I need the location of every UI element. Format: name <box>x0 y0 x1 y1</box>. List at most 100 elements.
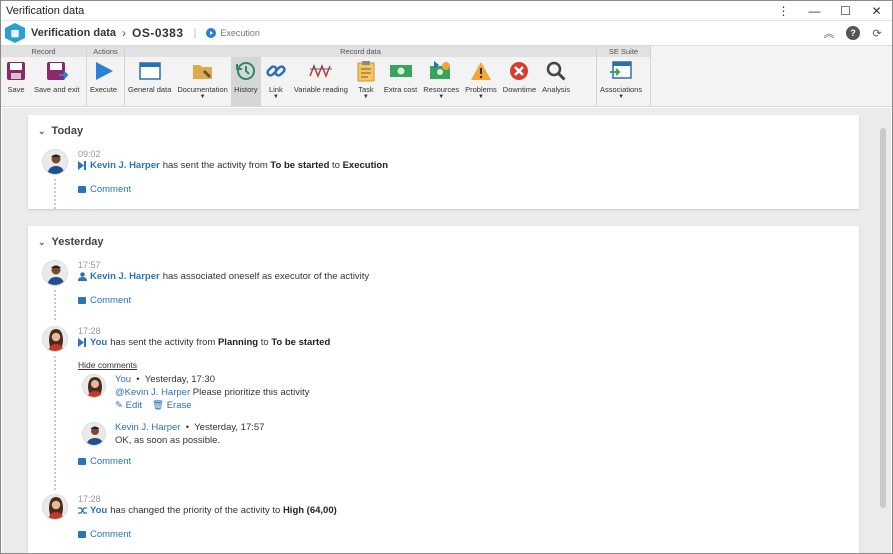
comment-icon <box>78 186 86 193</box>
chevron-down-icon[interactable]: ⌄ <box>38 126 46 137</box>
caret-down-icon: ▼ <box>272 94 279 100</box>
comment-content: Please prioritize this activity <box>192 387 310 398</box>
history-icon <box>234 60 258 82</box>
group-label: Record data <box>125 46 596 57</box>
from-state: To be started <box>270 160 330 171</box>
history-label: History <box>234 85 258 94</box>
history-button[interactable]: History <box>230 57 261 106</box>
comment-date: Yesterday, 17:57 <box>194 422 265 433</box>
section-header[interactable]: ⌄ Today <box>28 115 859 137</box>
save-button[interactable]: Save <box>1 57 31 106</box>
analysis-button[interactable]: Analysis <box>539 57 573 106</box>
entry-time: 09:02 <box>78 149 101 159</box>
priority-value: High (64,00) <box>282 505 337 516</box>
status-label: Execution <box>220 28 260 38</box>
save-and-exit-button[interactable]: Save and exit <box>31 57 82 106</box>
user-link[interactable]: Kevin J. Harper <box>90 271 160 282</box>
link-button[interactable]: Link ▼ <box>261 57 291 106</box>
magnifier-icon <box>544 60 568 82</box>
resources-label: Resources <box>423 85 460 94</box>
record-id: OS-0383 <box>131 26 184 40</box>
clipboard-icon <box>354 60 378 82</box>
comment-label: Comment <box>90 184 132 195</box>
more-options-icon[interactable]: ⋮ <box>768 1 799 21</box>
collapse-icon[interactable]: ︽ <box>822 26 836 40</box>
ribbon-toolbar: Record Save Save and exit Actions Execut… <box>1 45 892 107</box>
chevron-down-icon[interactable]: ⌄ <box>38 237 46 248</box>
comment-text: @Kevin J. Harper Please prioritize this … <box>115 387 515 398</box>
downtime-button[interactable]: Downtime <box>500 57 539 106</box>
caret-down-icon: ▼ <box>199 94 206 100</box>
problems-button[interactable]: Problems ▼ <box>462 57 500 106</box>
edit-label: Edit <box>125 400 142 411</box>
user-link[interactable]: You <box>90 337 107 348</box>
group-label: SE Suite <box>597 46 650 57</box>
timeline-connector <box>54 356 56 490</box>
comment-button[interactable]: Comment <box>78 529 798 540</box>
general-data-button[interactable]: General data <box>125 57 174 106</box>
variable-reading-button[interactable]: Variable reading <box>291 57 351 106</box>
entry-text: You has sent the activity from Planning … <box>78 337 798 348</box>
timeline-connector <box>54 290 56 320</box>
chevron-right-icon: › <box>121 26 126 40</box>
window-icon <box>138 60 162 82</box>
breadcrumb[interactable]: Verification data <box>31 27 116 39</box>
downtime-label: Downtime <box>502 85 537 94</box>
task-button[interactable]: Task ▼ <box>351 57 381 106</box>
status-badge: Execution <box>206 28 260 38</box>
comment-button[interactable]: Comment <box>78 184 798 195</box>
history-timeline: ⌄ Today 09:02 Kevin J. Harper has sent t… <box>2 108 891 553</box>
entry-text-part: to <box>260 337 269 348</box>
mention-link[interactable]: @Kevin J. Harper <box>115 387 190 398</box>
analysis-label: Analysis <box>542 85 571 94</box>
send-icon <box>78 161 87 170</box>
hide-comments-link[interactable]: Hide comments <box>78 360 798 370</box>
shuffle-icon <box>78 506 87 515</box>
today-section: ⌄ Today 09:02 Kevin J. Harper has sent t… <box>28 115 859 209</box>
comment-header: You • Yesterday, 17:30 <box>115 374 215 385</box>
section-title: Today <box>51 125 84 137</box>
entry-text-part: to <box>332 160 340 171</box>
scrollbar[interactable] <box>880 128 886 508</box>
user-link[interactable]: You <box>90 505 107 516</box>
resources-button[interactable]: Resources ▼ <box>420 57 462 106</box>
entry-time: 17:28 <box>78 326 101 336</box>
associations-button[interactable]: Associations ▼ <box>597 57 645 106</box>
entry-text-part: has sent the activity from <box>162 160 268 171</box>
erase-button[interactable]: 🗑 Erase <box>152 400 192 411</box>
comment-label: Comment <box>90 529 132 540</box>
close-button[interactable]: ✕ <box>861 1 892 21</box>
chart-line-icon <box>309 60 333 82</box>
comment-header: Kevin J. Harper • Yesterday, 17:57 <box>115 422 265 433</box>
documentation-button[interactable]: Documentation ▼ <box>174 57 230 106</box>
extra-cost-button[interactable]: Extra cost <box>381 57 420 106</box>
refresh-icon[interactable]: ⟳ <box>870 26 884 40</box>
section-header[interactable]: ⌄ Yesterday <box>28 226 859 248</box>
comment-button[interactable]: Comment <box>78 295 798 306</box>
user-assign-icon <box>78 272 87 281</box>
save-label: Save <box>7 85 25 94</box>
avatar-kevin <box>82 422 106 446</box>
timeline-connector <box>54 179 56 209</box>
problems-label: Problems <box>465 85 497 94</box>
user-link[interactable]: Kevin J. Harper <box>90 160 160 171</box>
entry-text: Kevin J. Harper has sent the activity fr… <box>78 160 798 171</box>
ribbon-group-actions: Actions Execute <box>87 46 125 106</box>
comment-author[interactable]: You <box>115 374 131 385</box>
comment-author[interactable]: Kevin J. Harper <box>115 422 180 433</box>
pencil-icon: ✎ <box>115 400 123 411</box>
comment-button[interactable]: Comment <box>78 456 131 467</box>
to-state: To be started <box>271 337 331 348</box>
help-icon[interactable]: ? <box>846 26 860 40</box>
avatar-you <box>82 374 106 398</box>
associations-label: Associations <box>600 85 643 94</box>
yesterday-section: ⌄ Yesterday 17:57 Kevin J. Harper has as… <box>28 226 859 553</box>
minimize-button[interactable]: — <box>799 1 830 21</box>
maximize-button[interactable]: ☐ <box>830 1 861 21</box>
title-bar: Verification data ⋮ — ☐ ✕ <box>1 1 892 21</box>
caret-down-icon: ▼ <box>477 94 484 100</box>
execute-button[interactable]: Execute <box>87 57 120 106</box>
entry-text-part: has associated oneself as executor of th… <box>162 271 370 282</box>
extra-cost-label: Extra cost <box>383 85 418 94</box>
edit-button[interactable]: ✎ Edit <box>115 400 142 411</box>
